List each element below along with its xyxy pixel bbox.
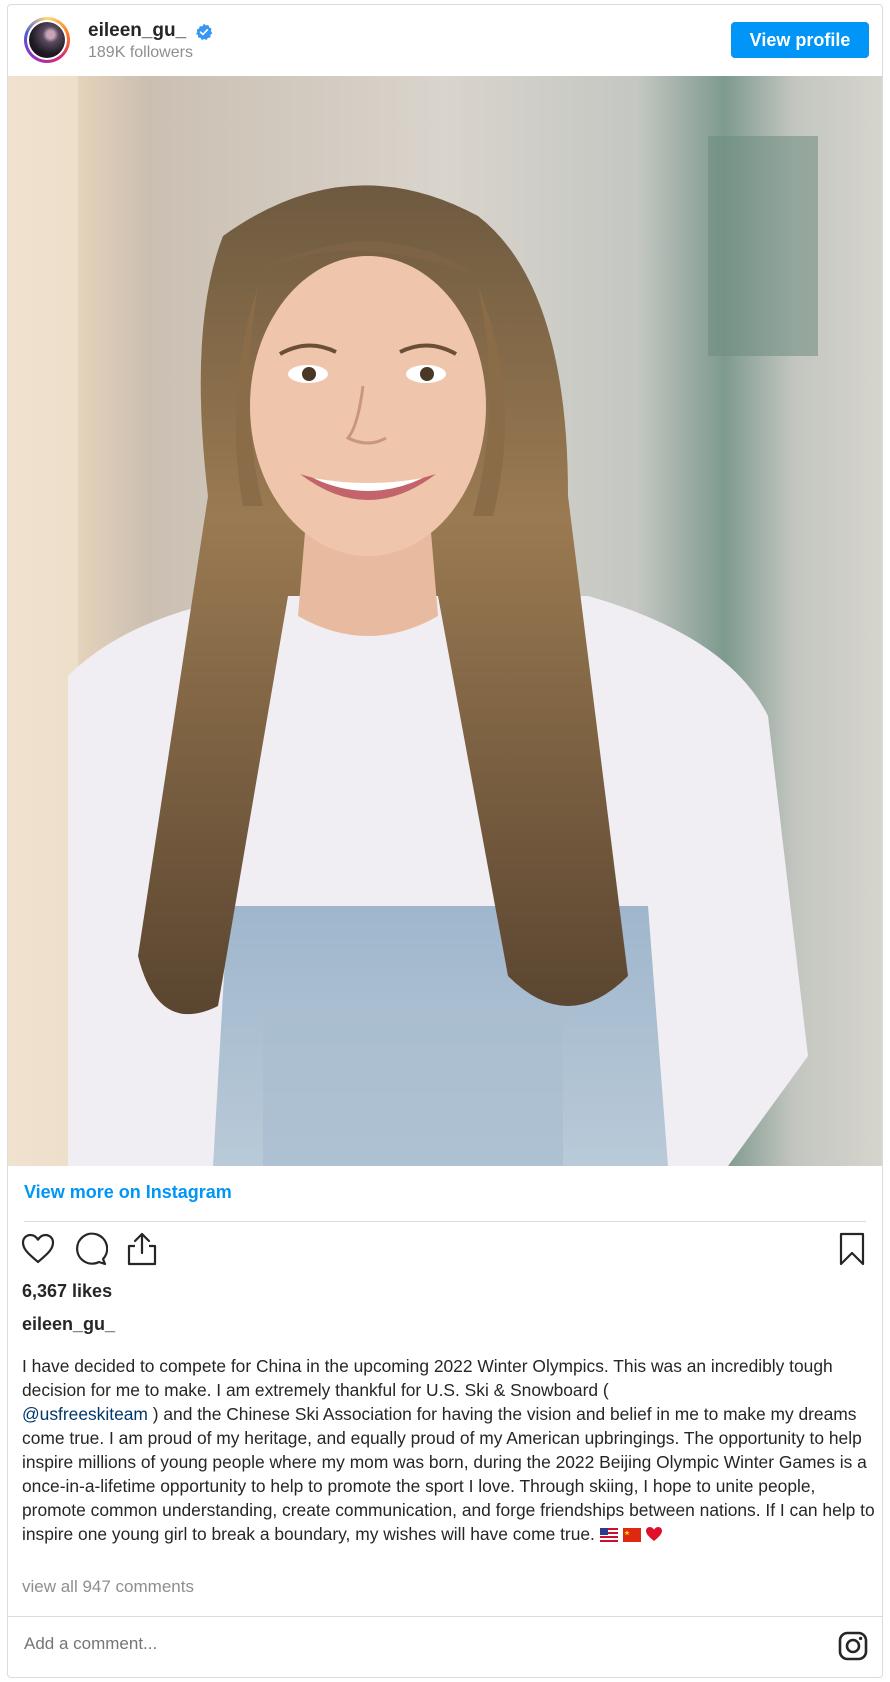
comment-icon[interactable]	[72, 1231, 108, 1267]
caption-part-2: ) and the Chinese Ski Association for ha…	[22, 1404, 875, 1544]
action-bar	[20, 1231, 870, 1271]
caption-username[interactable]: eileen_gu_	[22, 1314, 115, 1335]
comment-bar	[8, 1616, 882, 1677]
china-flag-icon	[622, 1528, 641, 1542]
like-count[interactable]: 6,367 likes	[22, 1281, 112, 1302]
username[interactable]: eileen_gu_	[88, 20, 186, 42]
divider	[24, 1221, 866, 1222]
post-header: eileen_gu_ 189K followers View profile	[8, 5, 882, 76]
instagram-embed-card: eileen_gu_ 189K followers View profile V…	[7, 4, 883, 1678]
caption-part-1: I have decided to compete for China in t…	[22, 1356, 833, 1400]
share-icon[interactable]	[124, 1231, 160, 1267]
view-more-link[interactable]: View more on Instagram	[24, 1182, 232, 1203]
comment-input[interactable]	[22, 1633, 726, 1655]
mention-link[interactable]: @usfreeskiteam	[22, 1404, 148, 1424]
bookmark-icon[interactable]	[834, 1231, 870, 1267]
verified-badge-icon	[195, 23, 213, 41]
post-photo[interactable]	[8, 76, 882, 1166]
us-flag-icon	[599, 1528, 618, 1542]
portrait-image	[8, 76, 882, 1166]
avatar-image	[29, 22, 65, 58]
view-profile-button[interactable]: View profile	[731, 22, 869, 58]
red-heart-icon	[646, 1527, 663, 1541]
instagram-logo-icon[interactable]	[838, 1631, 868, 1661]
follower-count: 189K followers	[88, 44, 193, 61]
caption-text: I have decided to compete for China in t…	[22, 1354, 878, 1546]
heart-icon[interactable]	[20, 1231, 56, 1267]
avatar[interactable]	[24, 17, 70, 63]
view-all-comments-link[interactable]: view all 947 comments	[22, 1577, 194, 1597]
